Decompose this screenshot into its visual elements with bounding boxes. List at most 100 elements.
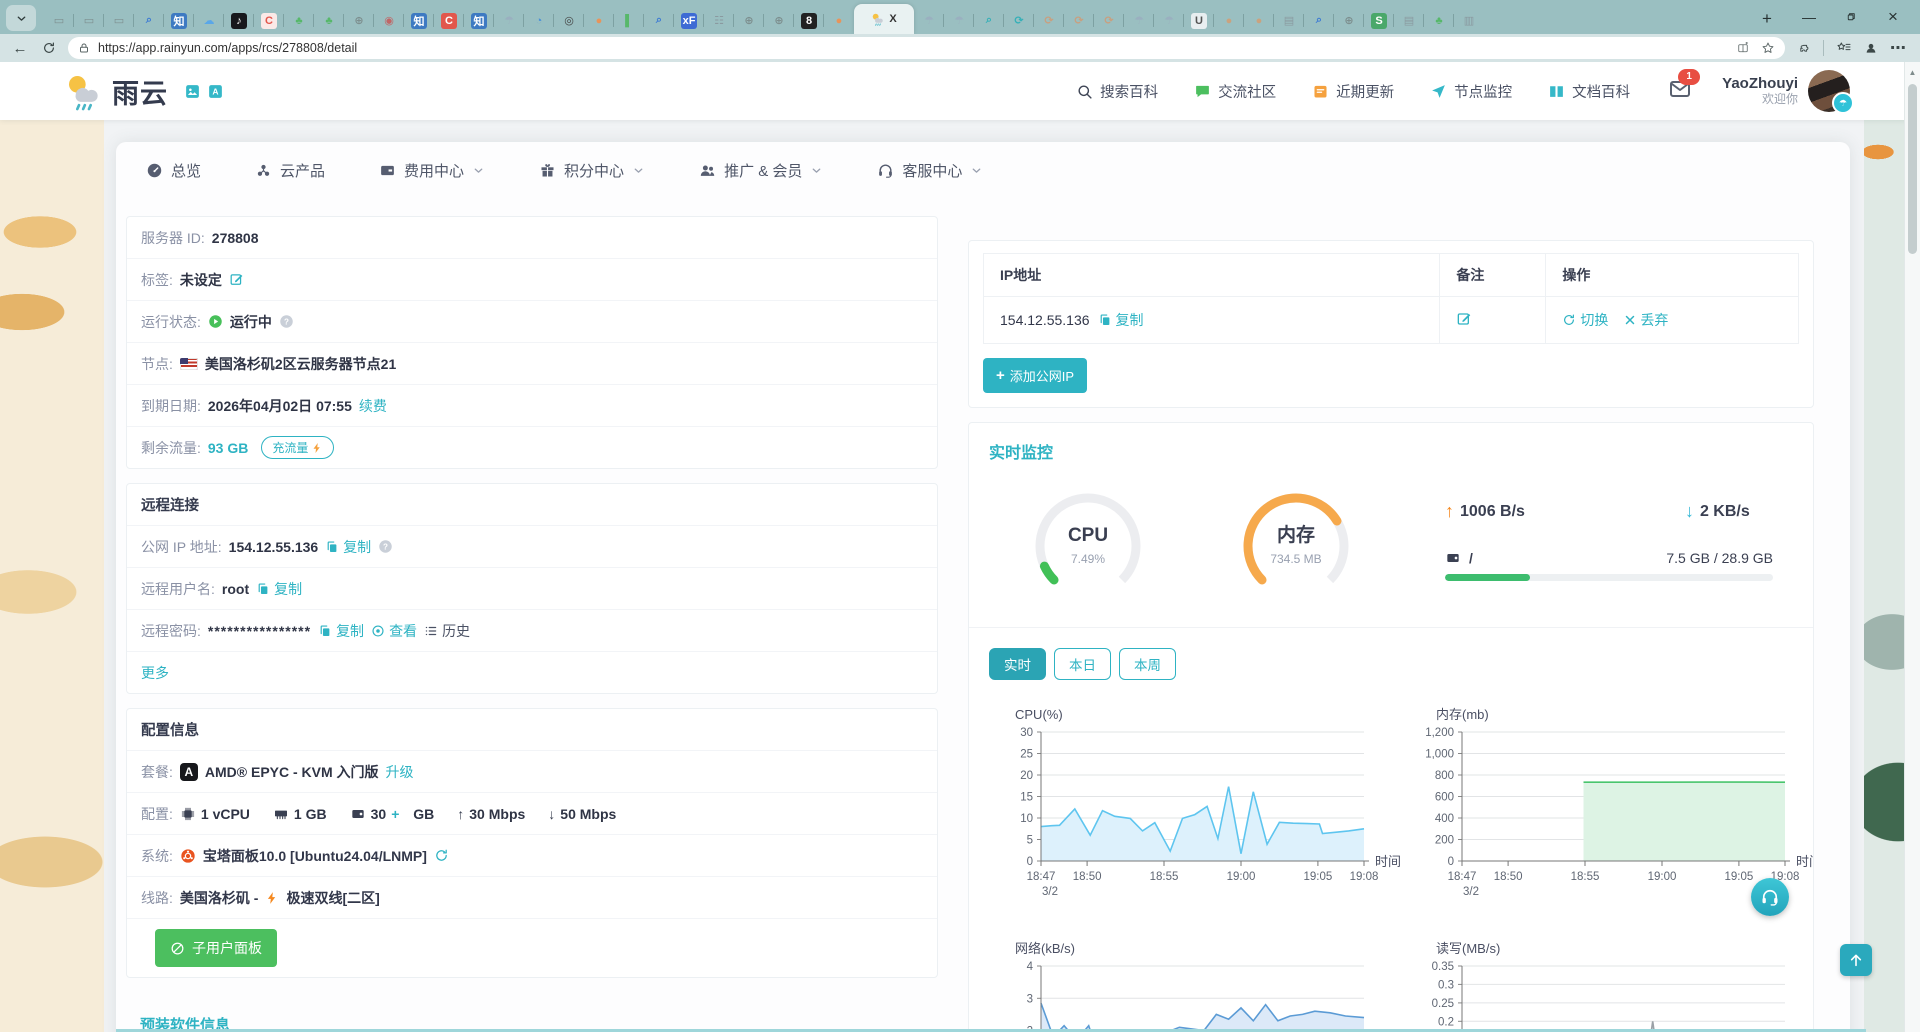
browser-tab[interactable]: ⟳ (1064, 7, 1094, 34)
sub-user-panel-button[interactable]: 子用户面板 (155, 929, 277, 967)
header-nav-book[interactable]: 文档百科 (1548, 81, 1630, 102)
browser-tab[interactable]: ☁ (194, 7, 224, 34)
user-menu[interactable]: YaoZhouyi 欢迎你 (1722, 75, 1798, 106)
browser-tab[interactable]: C (254, 7, 284, 34)
close-button[interactable]: × (1872, 0, 1914, 34)
browser-tab[interactable]: U (1184, 7, 1214, 34)
app-nav-users[interactable]: 推广 & 会员 (699, 160, 823, 181)
browser-tab[interactable]: ⊕ (734, 7, 764, 34)
browser-tab[interactable]: ◎ (554, 7, 584, 34)
browser-tab[interactable]: ♣ (1424, 7, 1454, 34)
browser-tab[interactable]: ▭ (104, 7, 134, 34)
more-link[interactable]: 更多 (141, 663, 169, 683)
range-tab-本日[interactable]: 本日 (1054, 648, 1111, 680)
scrollbar-up-arrow[interactable]: ▲ (1905, 64, 1920, 80)
edit-tag-icon[interactable] (229, 272, 244, 287)
browser-tab[interactable]: ☂ (944, 7, 974, 34)
browser-tab[interactable]: ● (1244, 7, 1274, 34)
back-button[interactable]: ← (10, 40, 30, 57)
browser-tab[interactable]: ▤ (1394, 7, 1424, 34)
tab-search-button[interactable] (6, 5, 36, 31)
browser-tab[interactable]: ▭ (74, 7, 104, 34)
browser-tab[interactable]: ⌕ (974, 7, 1004, 34)
browser-tab[interactable]: ⊕ (764, 7, 794, 34)
browser-tab[interactable]: ● (824, 7, 854, 34)
browser-tab[interactable]: ☷ (704, 7, 734, 34)
browser-tab[interactable]: ⌕ (644, 7, 674, 34)
browser-tab[interactable]: ☂ (1154, 7, 1184, 34)
status-help-icon[interactable]: ? (279, 314, 294, 329)
scroll-top-button[interactable] (1840, 944, 1872, 976)
upgrade-link[interactable]: 升级 (386, 762, 414, 782)
browser-tab[interactable]: ▭ (44, 7, 74, 34)
range-tab-实时[interactable]: 实时 (989, 648, 1046, 680)
copy-ip-link[interactable]: 复制 (1098, 310, 1144, 330)
browser-tab[interactable]: 8 (794, 7, 824, 34)
browser-tab[interactable]: ☂ (914, 7, 944, 34)
browser-tab[interactable]: ⊕ (1334, 7, 1364, 34)
edit-note-icon[interactable] (1456, 311, 1472, 327)
app-nav-headset[interactable]: 客服中心 (877, 160, 983, 181)
browser-tab[interactable]: ◉ (374, 7, 404, 34)
app-nav-cluster[interactable]: 云产品 (255, 160, 325, 181)
browser-tab[interactable]: 知 (404, 7, 434, 34)
renew-link[interactable]: 续费 (359, 396, 387, 416)
switch-ip-link[interactable]: 切换 (1562, 310, 1608, 330)
browser-menu-icon[interactable]: ⋯ (1890, 38, 1906, 58)
browser-tab[interactable]: ▤ (1274, 7, 1304, 34)
scrollbar-thumb[interactable] (1908, 84, 1917, 254)
favorites-bar-icon[interactable] (1836, 40, 1852, 56)
browser-tab[interactable]: xF (674, 7, 704, 34)
page-scrollbar[interactable]: ▲ (1904, 62, 1920, 1032)
refresh-button[interactable] (42, 41, 56, 55)
password-history-link[interactable]: 历史 (424, 621, 470, 641)
browser-tab[interactable]: 知 (464, 7, 494, 34)
browser-tab[interactable]: C (434, 7, 464, 34)
image-badge-icon[interactable] (184, 83, 201, 100)
app-nav-wallet[interactable]: 费用中心 (379, 160, 485, 181)
browser-tab[interactable]: ⊕ (344, 7, 374, 34)
discard-ip-link[interactable]: 丢弃 (1624, 310, 1668, 330)
browser-tab[interactable]: ▌ (614, 7, 644, 34)
restore-button[interactable] (1830, 0, 1872, 34)
url-text[interactable]: https://app.rainyun.com/apps/rcs/278808/… (98, 41, 1729, 55)
url-field[interactable]: https://app.rainyun.com/apps/rcs/278808/… (68, 37, 1785, 59)
extensions-icon[interactable] (1797, 41, 1811, 55)
browser-tab[interactable]: ⌕ (134, 7, 164, 34)
ip-help-icon[interactable]: ? (378, 539, 393, 554)
support-chat-button[interactable] (1751, 878, 1789, 916)
range-tab-本周[interactable]: 本周 (1119, 648, 1176, 680)
app-nav-dash[interactable]: 总览 (146, 160, 201, 181)
browser-tab[interactable]: ◔ (524, 7, 554, 34)
browser-tab[interactable]: 知 (164, 7, 194, 34)
browser-tab[interactable]: ☂ (494, 7, 524, 34)
header-nav-cal[interactable]: 近期更新 (1312, 81, 1394, 102)
browser-tab[interactable]: ♣ (284, 7, 314, 34)
browser-profile-icon[interactable] (1864, 41, 1878, 55)
header-nav-chat[interactable]: 交流社区 (1194, 81, 1276, 102)
header-nav-send[interactable]: 节点监控 (1430, 81, 1512, 102)
browser-tab[interactable]: ♣ (314, 7, 344, 34)
browser-tab[interactable]: ● (1214, 7, 1244, 34)
browser-tab[interactable]: ☂ (1124, 7, 1154, 34)
browser-tab[interactable]: ▥ (1454, 7, 1484, 34)
browser-tab[interactable]: ⟳ (1094, 7, 1124, 34)
recharge-traffic-button[interactable]: 充流量 (261, 436, 334, 459)
brand-logo[interactable]: 雨云 A (64, 71, 224, 111)
browser-tab[interactable]: ♪ (224, 7, 254, 34)
browser-tab[interactable]: ⟳ (1034, 7, 1064, 34)
browser-tab[interactable]: ⟳ (1004, 7, 1034, 34)
new-tab-button[interactable]: + (1752, 5, 1782, 32)
browser-tab-active[interactable]: X (854, 4, 914, 34)
browser-tab[interactable]: ⌕ (1304, 7, 1334, 34)
header-nav-search[interactable]: 搜索百科 (1076, 81, 1158, 102)
minimize-button[interactable]: — (1788, 0, 1830, 34)
copy-password-link[interactable]: 复制 (318, 621, 364, 641)
mail-button[interactable]: 1 (1668, 77, 1692, 106)
view-password-link[interactable]: 查看 (371, 621, 417, 641)
copy-user-link[interactable]: 复制 (256, 579, 302, 599)
add-public-ip-button[interactable]: + 添加公网IP (983, 358, 1087, 393)
avatar[interactable]: ☂ (1808, 70, 1850, 112)
reinstall-icon[interactable] (434, 848, 449, 863)
copy-ip-link[interactable]: 复制 (325, 537, 371, 557)
